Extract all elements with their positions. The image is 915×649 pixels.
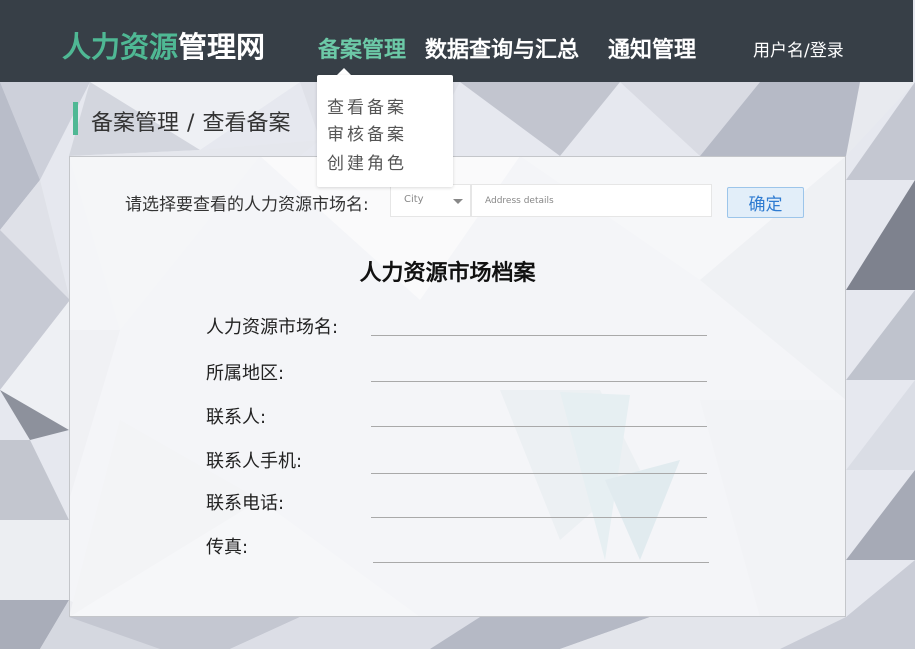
archive-title: 人力资源市场档案: [359, 261, 536, 286]
logo-part-green: 人力资源: [62, 30, 179, 64]
breadcrumb-accent-bar: [73, 102, 78, 135]
user-login-link[interactable]: 用户名/登录: [753, 36, 844, 61]
confirm-button[interactable]: 确定: [727, 187, 804, 218]
city-select-placeholder: City: [404, 194, 424, 205]
field-value-contact: [371, 426, 707, 427]
field-label-contact-mobile: 联系人手机:: [206, 451, 303, 472]
field-label-region: 所属地区:: [206, 363, 285, 384]
breadcrumb-current: 查看备案: [202, 111, 291, 136]
field-label-market-name: 人力资源市场名:: [206, 317, 339, 338]
logo-part-white: 管理网: [178, 30, 266, 64]
breadcrumb-separator: /: [187, 111, 195, 136]
top-navbar: 人力资源管理网 备案管理 数据查询与汇总 通知管理 用户名/登录: [0, 0, 913, 82]
filing-dropdown-menu: 查看备案 审核备案 创建角色: [317, 75, 453, 187]
menu-item-create-role[interactable]: 创建角色: [327, 149, 407, 174]
market-select-label: 请选择要查看的人力资源市场名:: [125, 195, 369, 215]
nav-data-query[interactable]: 数据查询与汇总: [425, 32, 579, 64]
field-label-fax: 传真:: [206, 537, 249, 558]
address-details-input[interactable]: [471, 184, 712, 217]
menu-item-view-filing[interactable]: 查看备案: [327, 93, 407, 118]
menu-item-review-filing[interactable]: 审核备案: [327, 120, 407, 145]
field-label-contact: 联系人:: [206, 407, 267, 428]
site-logo[interactable]: 人力资源管理网: [62, 24, 265, 66]
field-label-phone: 联系电话:: [206, 493, 285, 514]
archive-panel: [69, 156, 846, 617]
field-value-region: [371, 381, 707, 382]
breadcrumb-section[interactable]: 备案管理: [91, 111, 179, 136]
field-value-fax: [373, 562, 709, 563]
field-value-contact-mobile: [371, 473, 707, 474]
caret-down-icon: [453, 199, 463, 204]
field-value-phone: [371, 517, 707, 518]
breadcrumb: 备案管理 / 查看备案: [91, 105, 290, 137]
field-value-market-name: [371, 335, 707, 336]
nav-notice-management[interactable]: 通知管理: [608, 32, 696, 64]
city-select[interactable]: City: [390, 184, 471, 217]
nav-filing-management[interactable]: 备案管理: [318, 32, 406, 64]
